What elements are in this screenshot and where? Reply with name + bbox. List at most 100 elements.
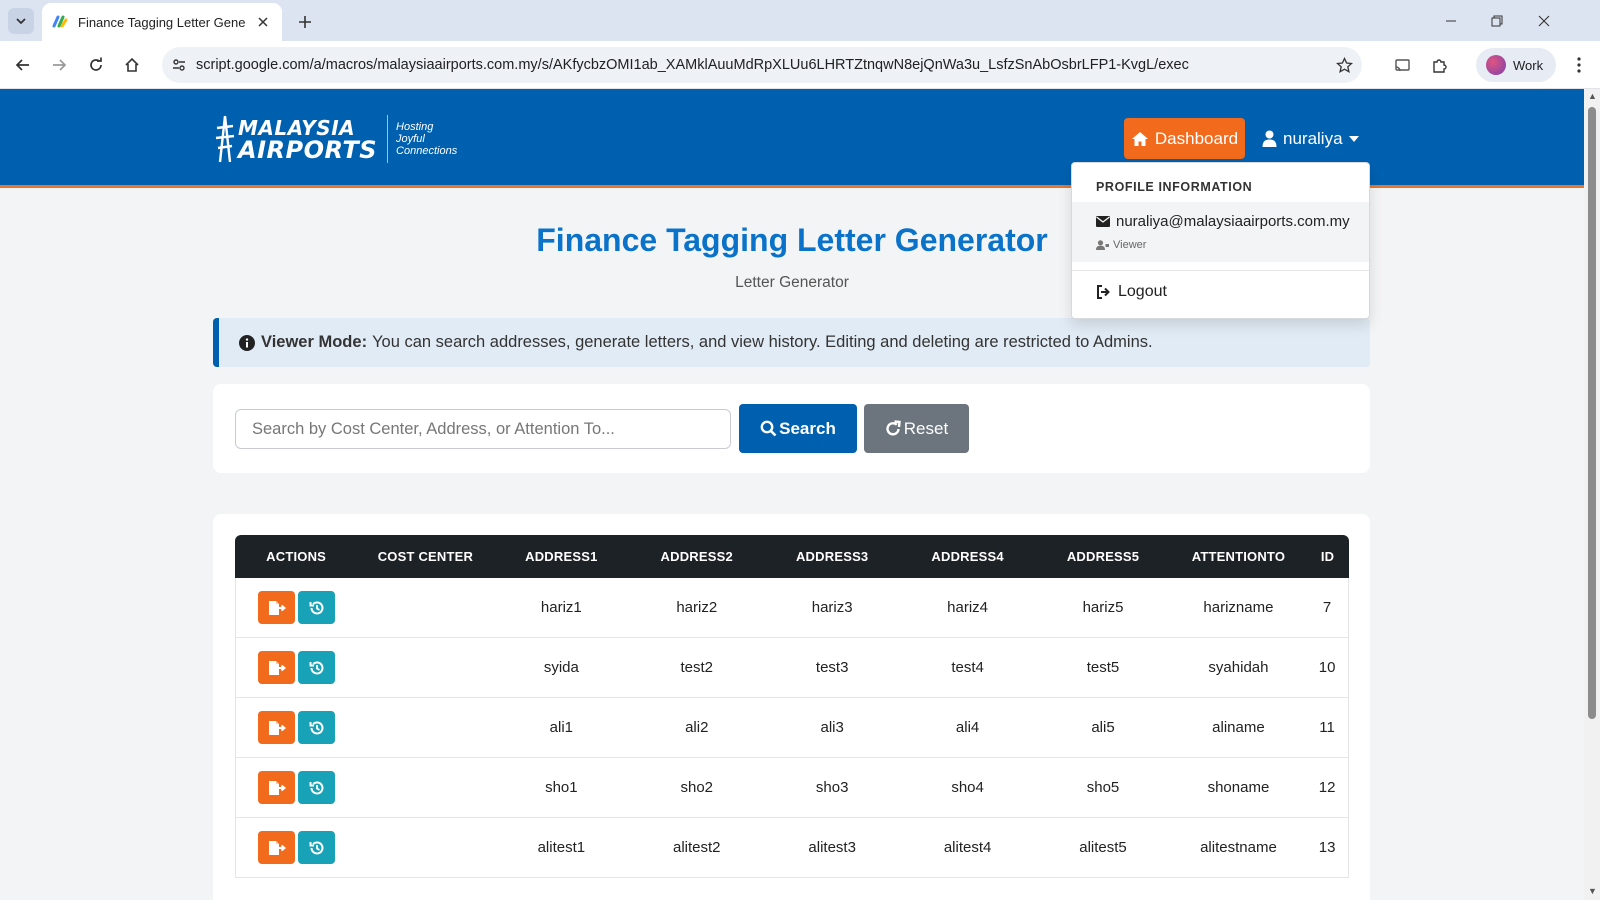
actions-cell [235, 578, 358, 638]
view-history-button[interactable] [298, 711, 336, 744]
column-header-address2: ADDRESS2 [629, 535, 765, 578]
file-export-icon [268, 780, 286, 795]
profile-chip[interactable]: Work [1476, 48, 1556, 82]
forward-button[interactable] [45, 51, 73, 79]
address1-cell: sho1 [493, 758, 630, 818]
address5-cell: hariz5 [1035, 578, 1171, 638]
generate-letter-button[interactable] [258, 651, 296, 684]
home-button[interactable] [118, 51, 146, 79]
id-cell: 10 [1306, 638, 1349, 698]
apps-script-favicon-icon [52, 15, 68, 28]
address5-cell: sho5 [1035, 758, 1171, 818]
view-history-button[interactable] [298, 591, 336, 624]
address5-cell: ali5 [1035, 698, 1171, 758]
arrow-left-icon [15, 59, 29, 71]
restore-button[interactable] [1474, 0, 1520, 41]
profile-dropdown: PROFILE INFORMATION nuraliya@malaysiaair… [1071, 162, 1370, 319]
reload-button[interactable] [82, 51, 110, 79]
id-cell: 12 [1306, 758, 1349, 818]
table-row: syida test2 test3 test4 test5 syahidah 1… [235, 638, 1349, 698]
address5-cell: test5 [1035, 638, 1171, 698]
search-input[interactable] [235, 409, 731, 449]
scroll-up-arrow-icon[interactable]: ▲ [1588, 92, 1597, 101]
logout-item[interactable]: Logout [1096, 283, 1167, 301]
address3-cell: hariz3 [764, 578, 900, 638]
column-header-attentionto: ATTENTIONTO [1170, 535, 1307, 578]
generate-letter-button[interactable] [258, 591, 296, 624]
view-history-button[interactable] [298, 831, 336, 864]
browser-toolbar: script.google.com/a/macros/malaysiaairpo… [0, 41, 1600, 89]
generate-letter-button[interactable] [258, 771, 296, 804]
reset-button[interactable]: Reset [864, 404, 969, 453]
reset-button-label: Reset [903, 418, 949, 438]
address-bar-url: script.google.com/a/macros/malaysiaairpo… [196, 57, 1189, 73]
generate-letter-button[interactable] [258, 711, 296, 744]
generate-letter-button[interactable] [258, 831, 296, 864]
page-scrollbar[interactable]: ▲ ▼ [1584, 89, 1600, 900]
file-export-icon [268, 600, 286, 615]
table-header-row: ACTIONS COST CENTER ADDRESS1 ADDRESS2 AD… [235, 535, 1349, 578]
tab-title: Finance Tagging Letter Generator [78, 14, 246, 30]
column-header-address1: ADDRESS1 [493, 535, 630, 578]
back-button[interactable] [9, 51, 37, 79]
cost-center-cell [357, 818, 494, 878]
browser-menu-button[interactable] [1565, 51, 1593, 79]
close-icon [1538, 15, 1550, 26]
table-row: sho1 sho2 sho3 sho4 sho5 shoname 12 [235, 758, 1349, 818]
address2-cell: test2 [629, 638, 765, 698]
bookmark-star-icon[interactable] [1326, 56, 1362, 74]
minimize-button[interactable] [1428, 0, 1474, 41]
alert-text: You can search addresses, generate lette… [372, 333, 1153, 351]
address4-cell: sho4 [899, 758, 1036, 818]
history-icon [309, 780, 324, 794]
search-button[interactable]: Search [739, 404, 857, 453]
file-export-icon [268, 720, 286, 735]
column-header-address3: ADDRESS3 [764, 535, 900, 578]
profile-role: Viewer [1113, 239, 1147, 251]
history-icon [309, 660, 324, 674]
new-tab-button[interactable] [292, 9, 318, 35]
extensions-button[interactable] [1425, 51, 1453, 79]
actions-cell [235, 638, 358, 698]
column-header-cost-center: COST CENTER [357, 535, 494, 578]
redo-icon [886, 420, 901, 436]
airport-tower-logo-icon [215, 115, 235, 163]
address3-cell: alitest3 [764, 818, 900, 878]
profile-label: Work [1513, 57, 1544, 73]
file-export-icon [268, 660, 286, 675]
logo-tag-line2: Joyful [396, 133, 425, 145]
search-button-label: Search [779, 418, 836, 438]
address4-cell: test4 [899, 638, 1036, 698]
cost-center-cell [357, 578, 494, 638]
caret-down-icon [1348, 135, 1359, 142]
scrollbar-thumb[interactable] [1588, 107, 1596, 719]
restore-icon [1491, 15, 1503, 26]
view-history-button[interactable] [298, 771, 336, 804]
dashboard-label: Dashboard [1154, 128, 1239, 148]
puzzle-icon [1432, 58, 1447, 73]
address1-cell: syida [493, 638, 630, 698]
dashboard-button[interactable]: Dashboard [1124, 118, 1245, 159]
more-vertical-icon [1577, 57, 1581, 73]
info-circle-icon [239, 334, 255, 351]
user-menu-toggle[interactable]: nuraliya [1262, 118, 1359, 159]
malaysia-airports-logo[interactable]: MALAYSIA AIRPORTS Hosting Joyful Connect… [214, 109, 464, 169]
dropdown-divider [1072, 270, 1369, 271]
actions-cell [235, 758, 358, 818]
window-close-button[interactable] [1521, 0, 1567, 41]
column-header-address5: ADDRESS5 [1035, 535, 1171, 578]
logo-tag-line1: Hosting [396, 121, 434, 133]
close-tab-icon[interactable] [254, 13, 272, 31]
address-bar[interactable]: script.google.com/a/macros/malaysiaairpo… [162, 47, 1362, 83]
view-history-button[interactable] [298, 651, 336, 684]
history-icon [309, 840, 324, 854]
browser-tab-active[interactable]: Finance Tagging Letter Generator [42, 3, 282, 41]
search-card: Search Reset [213, 384, 1370, 473]
tab-search-button[interactable] [8, 8, 34, 34]
site-info-icon[interactable] [162, 57, 196, 73]
plus-icon [299, 16, 311, 28]
cast-button[interactable] [1388, 51, 1416, 79]
address1-cell: alitest1 [493, 818, 630, 878]
logo-line2: AIRPORTS [238, 136, 378, 164]
scroll-down-arrow-icon[interactable]: ▼ [1588, 887, 1597, 896]
